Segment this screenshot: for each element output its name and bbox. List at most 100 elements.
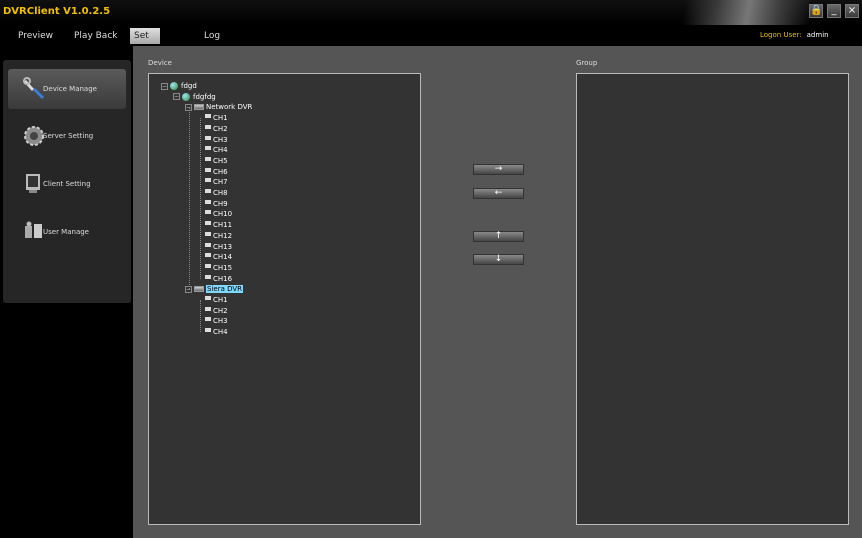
tree-node-channel[interactable]: CH16 [205,274,232,284]
tree-node-channel[interactable]: CH12 [205,231,232,241]
camera-icon [205,221,211,226]
menu-bar: Preview Play Back Set Log Logon User: adm… [0,25,862,68]
camera-icon [205,189,211,193]
camera-icon [205,242,211,247]
sidebar-item-label: Client Setting [43,180,91,188]
tree-node-label: CH3 [213,135,228,144]
tree-node-label: Network DVR [206,103,253,112]
tree-node-channel[interactable]: CH6 [205,167,228,177]
dvr-icon [194,104,204,111]
close-button[interactable]: × [845,4,859,18]
sidebar-item-client-setting[interactable]: Client Setting [8,164,126,204]
camera-icon [205,146,211,151]
title-bar: DVRClient V1.0.2.5 🔒 _ × [0,0,862,25]
tree-node-channel[interactable]: CH7 [205,177,228,187]
move-right-button[interactable]: → [473,164,524,175]
tree-node-channel[interactable]: CH3 [205,316,228,326]
tree-node-label: CH2 [213,306,228,315]
tree-node-label: CH15 [213,263,233,272]
sidebar: Device Manage Server Setting Client Sett… [0,46,133,538]
collapse-icon[interactable]: − [173,93,180,101]
camera-icon [205,124,211,129]
tree-node-channel[interactable]: CH5 [205,156,228,166]
camera-icon [205,178,211,183]
tree-node-channel[interactable]: CH10 [205,209,232,219]
tree-node-label: CH3 [213,317,228,326]
sidebar-item-user-manage[interactable]: User Manage [8,212,126,252]
app-title: DVRClient V1.0.2.5 [3,6,111,17]
tree-node-channel[interactable]: CH4 [205,327,228,337]
minimize-button[interactable]: _ [827,4,841,18]
tree-node-label: CH14 [213,253,233,262]
camera-icon [205,114,211,119]
tree-node-label: CH4 [213,328,228,337]
tree-node-channel[interactable]: CH13 [205,242,232,252]
camera-icon [205,296,211,300]
camera-icon [205,167,211,172]
collapse-icon[interactable]: − [161,82,168,90]
tree-node-dvr[interactable]: − Network DVR [185,102,252,112]
move-up-button[interactable]: ↑ [473,231,524,242]
tree-node-label: CH10 [213,210,233,219]
menu-log[interactable]: Log [204,31,220,41]
tree-node-label: CH6 [213,167,228,176]
tree-node-root[interactable]: − fdgd [161,81,197,91]
tree-node-channel[interactable]: CH8 [205,188,228,198]
camera-icon [205,274,211,279]
menu-playback[interactable]: Play Back [74,31,117,41]
menu-preview[interactable]: Preview [18,31,53,41]
tree-node-channel[interactable]: CH4 [205,145,228,155]
tree-node-label: fdgd [181,82,197,90]
group-panel[interactable] [576,73,849,525]
camera-icon [205,231,211,236]
dvr-icon [194,286,204,293]
tree-node-label: CH16 [213,274,233,283]
camera-icon [205,263,211,268]
move-left-button[interactable]: ← [473,188,524,199]
tree-node-label: fdgfdg [193,92,216,101]
tree-node-channel[interactable]: CH2 [205,124,228,134]
camera-icon [205,156,211,161]
logon-status: Logon User: admin [760,31,829,39]
tree-node-label: CH2 [213,124,228,133]
tree-node-label: CH5 [213,156,228,165]
menu-set[interactable]: Set [130,28,160,44]
tree-node-label: CH1 [213,114,228,123]
device-panel-label: Device [148,59,172,67]
tree-node-dvr[interactable]: − Siera DVR [185,284,244,294]
sidebar-item-server-setting[interactable]: Server Setting [8,116,126,156]
tree-node-channel[interactable]: CH9 [205,199,228,209]
sidebar-item-label: Device Manage [43,85,97,93]
tree-node-channel[interactable]: CH1 [205,295,228,305]
tree-node-channel[interactable]: CH11 [205,220,232,230]
tree-node-label: CH12 [213,231,233,240]
tree-node-channel[interactable]: CH14 [205,252,232,262]
group-panel-label: Group [576,59,598,67]
tree-node-label: CH13 [213,242,233,251]
move-down-button[interactable]: ↓ [473,254,524,265]
sidebar-item-device-manage[interactable]: Device Manage [8,69,126,109]
camera-icon [205,328,211,333]
tree-node-channel[interactable]: CH15 [205,263,232,273]
area-icon [182,92,190,101]
title-decoration [600,0,810,25]
camera-icon [205,306,211,311]
camera-icon [205,317,211,322]
tree-node-label: CH8 [213,189,228,197]
tree-node-label: Siera DVR [206,285,244,294]
tree-node-label: CH9 [213,199,228,208]
camera-icon [205,135,211,140]
camera-icon [205,253,211,258]
tree-connector [189,107,190,290]
tree-node-channel[interactable]: CH3 [205,135,228,145]
device-tree-panel[interactable]: − fdgd − fdgfdg − Network DVR CH1 CH2 CH3 CH4 CH5 C… [148,73,421,525]
tree-node-label: CH1 [213,296,228,304]
camera-icon [205,199,211,204]
tree-node-channel[interactable]: CH2 [205,306,228,316]
tree-node-channel[interactable]: CH1 [205,113,228,123]
lock-button[interactable]: 🔒 [809,4,823,18]
area-icon [170,82,178,90]
tree-node-area[interactable]: − fdgfdg [173,92,216,102]
tree-connector [200,300,201,333]
sidebar-item-label: Server Setting [43,132,94,140]
